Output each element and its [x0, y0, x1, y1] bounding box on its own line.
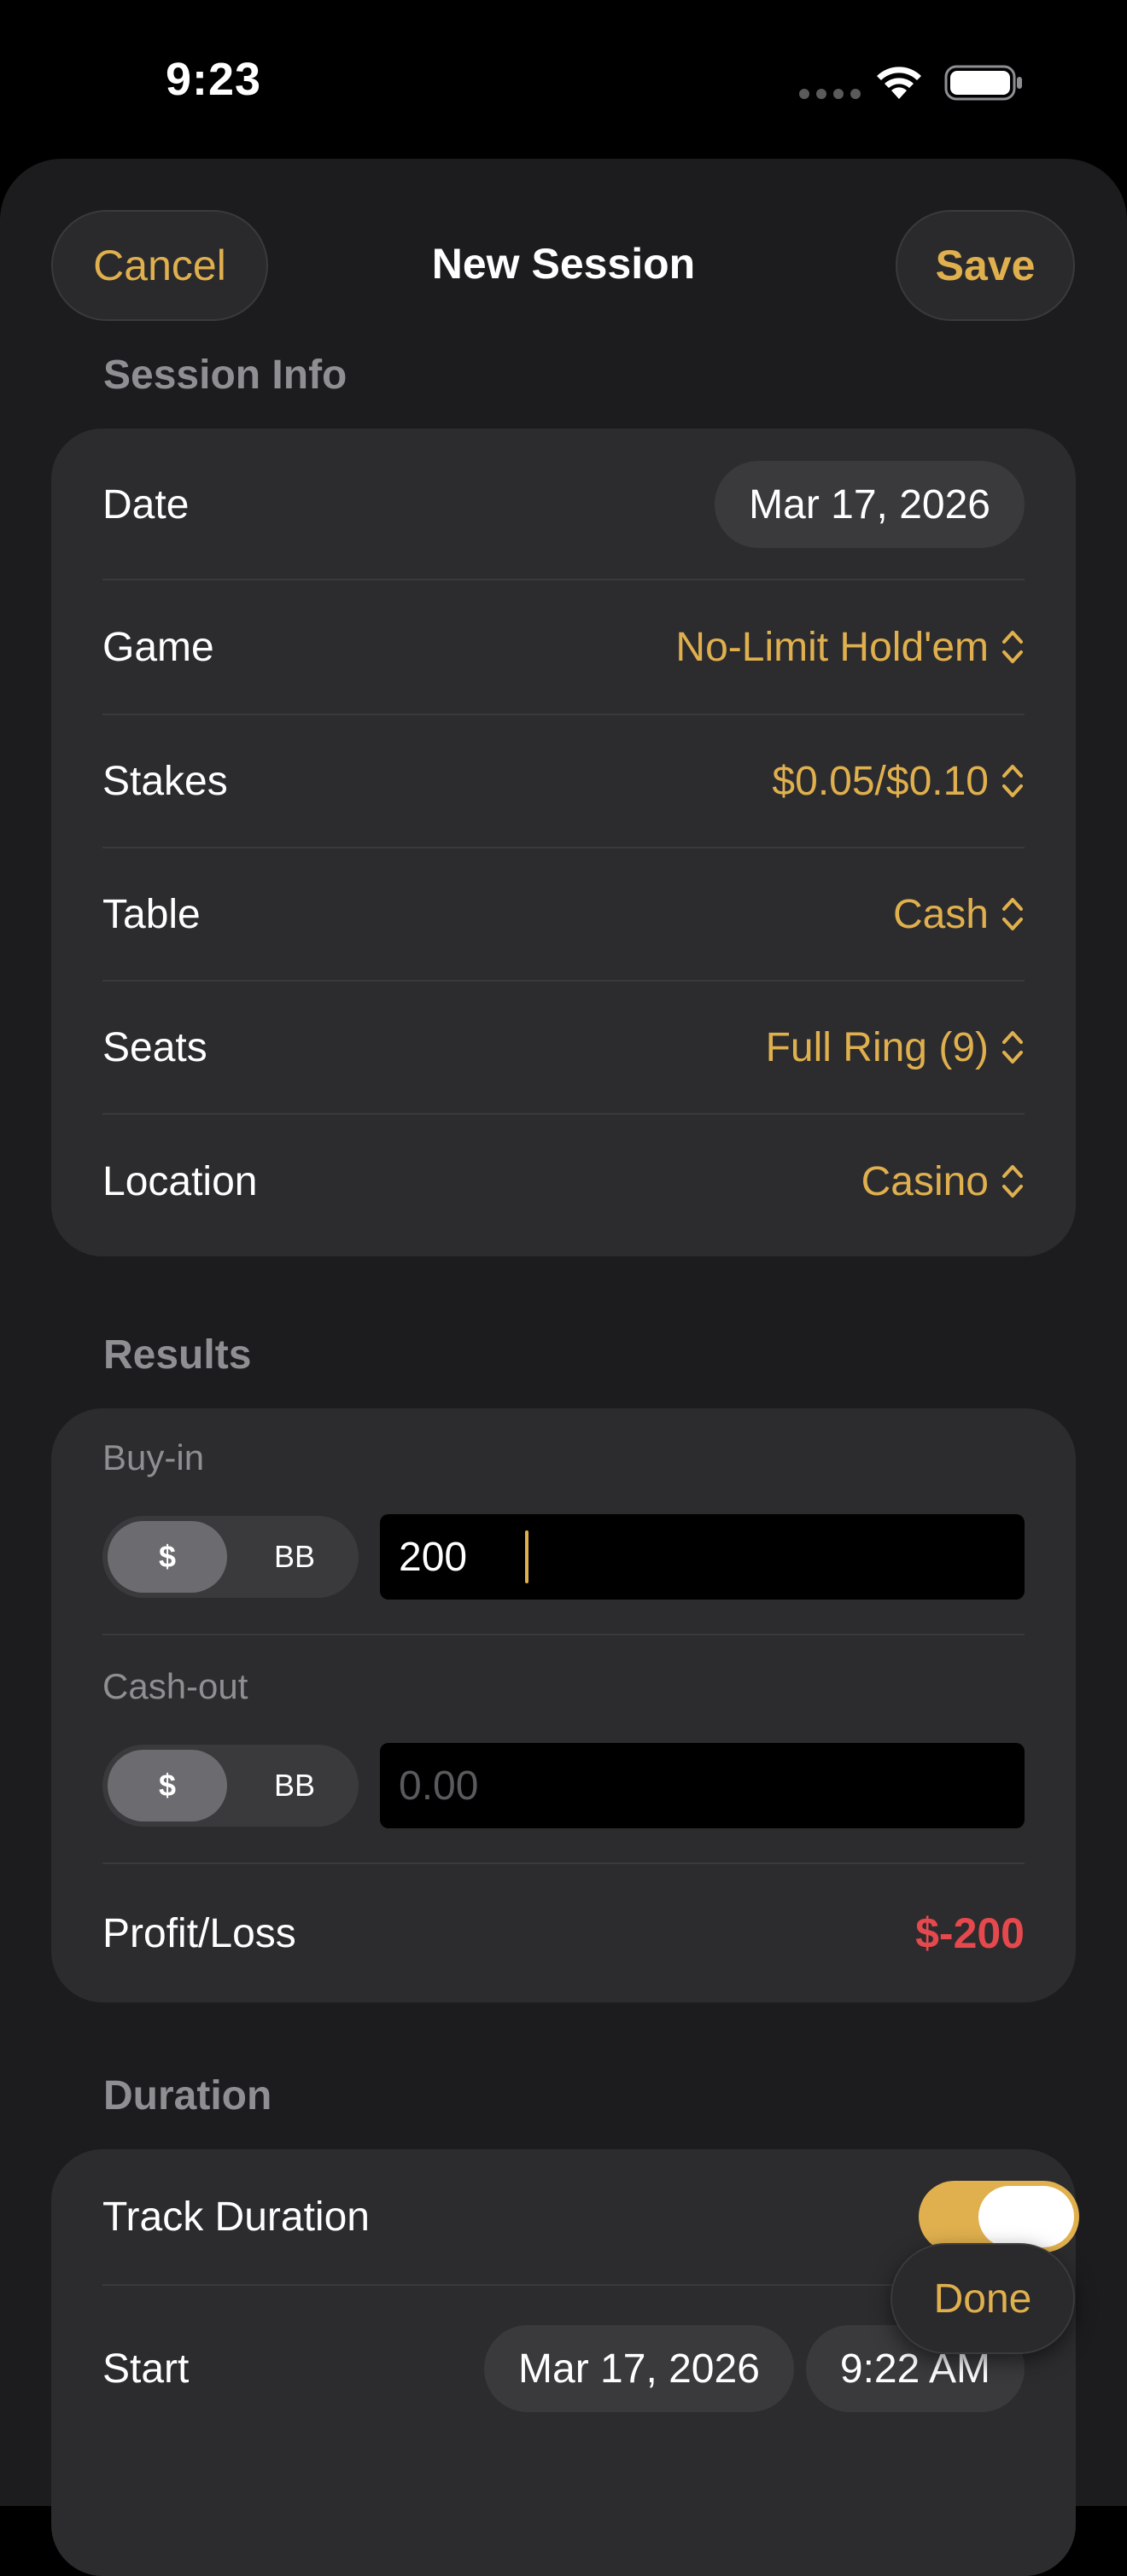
stakes-row[interactable]: Stakes $0.05/$0.10: [102, 715, 1025, 847]
chevron-up-down-icon: [1002, 765, 1023, 797]
table-picker[interactable]: Cash: [893, 891, 1025, 938]
date-label: Date: [102, 481, 190, 527]
profit-loss-row: Profit/Loss $-200: [102, 1864, 1025, 2002]
buy-in-input[interactable]: [380, 1514, 1025, 1600]
track-duration-label: Track Duration: [102, 2194, 370, 2240]
table-value: Cash: [892, 891, 989, 937]
section-header-duration: Duration: [103, 2073, 272, 2118]
cash-out-input[interactable]: [380, 1743, 1025, 1828]
table-label: Table: [102, 891, 201, 937]
track-duration-row: Track Duration: [102, 2149, 1025, 2284]
table-row[interactable]: Table Cash: [102, 848, 1025, 980]
date-picker[interactable]: Mar 17, 2026: [715, 461, 1025, 548]
stakes-picker[interactable]: $0.05/$0.10: [772, 758, 1025, 805]
buy-in-bb-option[interactable]: BB: [231, 1516, 359, 1598]
stakes-value: $0.05/$0.10: [772, 758, 989, 804]
cash-out-bb-option[interactable]: BB: [231, 1745, 359, 1827]
cellular-signal-icon: [799, 89, 861, 99]
section-header-results: Results: [103, 1332, 252, 1378]
game-label: Game: [102, 624, 214, 670]
chevron-up-down-icon: [1002, 898, 1023, 930]
cash-out-unit-segment: $ BB: [102, 1745, 359, 1827]
location-picker[interactable]: Casino: [861, 1158, 1025, 1205]
status-time: 9:23: [166, 54, 262, 105]
toggle-knob: [978, 2186, 1074, 2247]
section-header-session-info: Session Info: [103, 353, 347, 398]
seats-value: Full Ring (9): [765, 1024, 989, 1070]
cash-out-dollar-option[interactable]: $: [108, 1750, 227, 1821]
session-info-card: Date Mar 17, 2026 Game No-Limit Hold'em …: [51, 428, 1076, 1256]
start-date-picker[interactable]: Mar 17, 2026: [484, 2325, 794, 2412]
seats-row[interactable]: Seats Full Ring (9): [102, 982, 1025, 1113]
duration-card: Track Duration Start Mar 17, 2026 9:22 A…: [51, 2149, 1079, 2576]
chevron-up-down-icon: [1002, 1165, 1023, 1198]
chevron-up-down-icon: [1002, 1031, 1023, 1064]
results-card: Buy-in $ BB Cash-out $ BB Profit/Loss $-…: [51, 1408, 1076, 2002]
profit-loss-label: Profit/Loss: [102, 1910, 296, 1956]
track-duration-toggle[interactable]: [919, 2181, 1079, 2253]
battery-icon: [944, 65, 1022, 101]
save-button[interactable]: Save: [896, 210, 1075, 321]
game-value: No-Limit Hold'em: [675, 624, 989, 670]
new-session-sheet: Cancel New Session Save Session Info Dat…: [0, 159, 1127, 2576]
location-value: Casino: [861, 1158, 989, 1204]
stakes-label: Stakes: [102, 758, 228, 804]
buy-in-dollar-option[interactable]: $: [108, 1521, 227, 1593]
seats-label: Seats: [102, 1024, 207, 1070]
buy-in-label: Buy-in: [102, 1437, 205, 1477]
game-row[interactable]: Game No-Limit Hold'em: [102, 580, 1025, 714]
divider: [102, 1634, 1025, 1635]
game-picker[interactable]: No-Limit Hold'em: [675, 624, 1025, 671]
location-label: Location: [102, 1158, 258, 1204]
chevron-up-down-icon: [1002, 631, 1023, 663]
cash-out-label: Cash-out: [102, 1666, 248, 1706]
done-button[interactable]: Done: [891, 2243, 1075, 2354]
buy-in-unit-segment: $ BB: [102, 1516, 359, 1598]
seats-picker[interactable]: Full Ring (9): [766, 1024, 1025, 1071]
wifi-icon: [877, 67, 921, 99]
date-row: Date Mar 17, 2026: [102, 461, 1025, 548]
location-row[interactable]: Location Casino: [102, 1115, 1025, 1248]
status-bar: 9:23: [0, 0, 1127, 159]
text-cursor: [525, 1530, 528, 1583]
profit-loss-value: $-200: [915, 1909, 1025, 1957]
start-row: Start Mar 17, 2026 9:22 AM: [102, 2286, 1025, 2451]
start-label: Start: [102, 2346, 190, 2392]
